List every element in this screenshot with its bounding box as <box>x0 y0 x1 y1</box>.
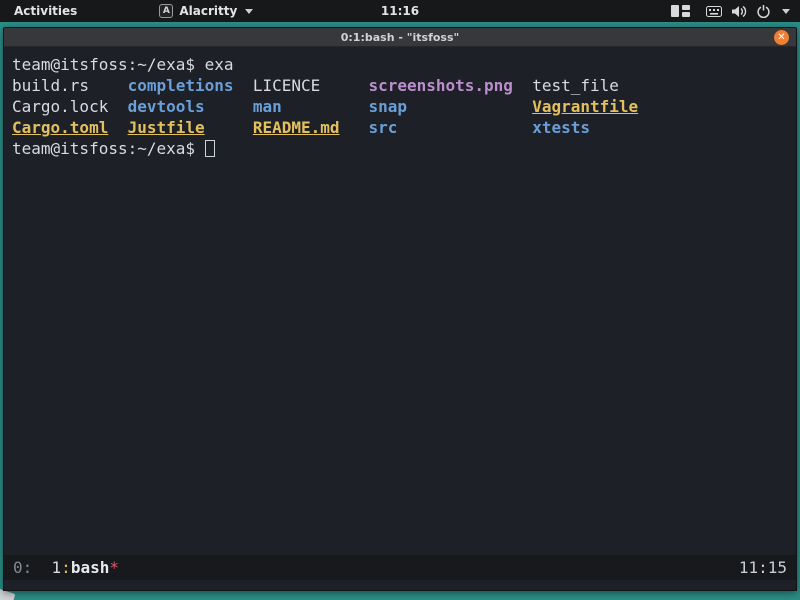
terminal-text: completions <box>127 76 234 95</box>
terminal-text: man <box>252 97 282 116</box>
terminal-line: Cargo.lock devtools man snap Vagrantfile <box>12 96 796 117</box>
power-icon <box>757 4 770 18</box>
terminal-text: * <box>109 558 119 577</box>
chevron-down-icon <box>245 8 254 14</box>
terminal-text: xtests <box>532 118 590 137</box>
tmux-clock: 11:15 <box>738 558 787 577</box>
window-titlebar[interactable]: 0:1:bash - "itsfoss" ✕ <box>4 28 796 47</box>
volume-icon <box>732 5 747 18</box>
terminal-text: 1 <box>51 558 62 577</box>
window-tiles-icon[interactable] <box>671 5 690 17</box>
terminal-text: screenshots.png <box>368 76 513 95</box>
keyboard-icon <box>706 5 722 17</box>
activities-button[interactable]: Activities <box>0 0 91 22</box>
terminal-text: Vagrantfile <box>532 97 639 116</box>
terminal-text: LICENCE <box>252 76 321 95</box>
alacritty-icon: A <box>159 4 174 18</box>
tmux-status-bar: 0: 1:bash* 11:15 <box>4 555 796 580</box>
terminal-text: Justfile <box>127 118 205 137</box>
terminal-text: snap <box>368 97 407 116</box>
terminal-text: README.md <box>252 118 340 137</box>
terminal-line: team@itsfoss:~/exa$ exa <box>12 54 796 75</box>
terminal-text: bash <box>70 558 110 577</box>
terminal-text: build.rs <box>12 76 90 95</box>
chevron-down-icon <box>782 8 790 14</box>
terminal-text: Cargo.toml <box>12 118 109 137</box>
terminal-line: team@itsfoss:~/exa$ <box>12 138 796 159</box>
close-icon[interactable]: ✕ <box>774 30 789 45</box>
system-status-area[interactable] <box>706 4 790 18</box>
terminal-text: 0: <box>13 558 33 577</box>
terminal-text: Cargo.lock <box>12 97 109 116</box>
terminal-output[interactable]: team@itsfoss:~/exa$ exa build.rs completi… <box>4 47 796 590</box>
tmux-window-list[interactable]: 0: 1:bash* <box>13 558 119 577</box>
topbar-clock[interactable]: 11:16 <box>381 4 419 18</box>
terminal-line: Cargo.toml Justfile README.md src xtests <box>12 117 796 138</box>
window-title: 0:1:bash - "itsfoss" <box>340 30 460 44</box>
app-menu[interactable]: A Alacritty <box>159 4 254 18</box>
alacritty-window: 0:1:bash - "itsfoss" ✕ team@itsfoss:~/ex… <box>3 27 797 591</box>
app-menu-label: Alacritty <box>179 4 238 18</box>
top-bar: Activities A Alacritty 11:16 <box>0 0 800 22</box>
terminal-text: team@itsfoss:~/exa$ <box>12 139 205 158</box>
terminal-text: src <box>368 118 398 137</box>
terminal-text: team@itsfoss:~/exa$ exa <box>12 55 234 74</box>
terminal-text: devtools <box>127 97 205 116</box>
terminal-line: build.rs completions LICENCE screenshots… <box>12 75 796 96</box>
activities-label: Activities <box>14 4 78 18</box>
terminal-cursor <box>204 140 215 157</box>
terminal-text: : <box>61 558 71 577</box>
terminal-text: test_file <box>532 76 619 95</box>
